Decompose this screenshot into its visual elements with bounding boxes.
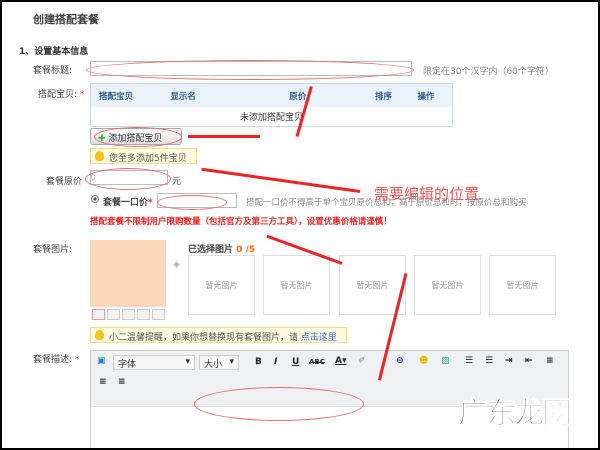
- thumb-slot[interactable]: [122, 309, 135, 320]
- items-tip-text: 您至多添加5件宝贝: [109, 154, 187, 164]
- arrow-icon: ◈: [173, 260, 180, 270]
- items-label-text: 搭配宝贝:: [38, 90, 78, 100]
- col-name: 显示名: [162, 84, 220, 107]
- thumb-slot[interactable]: [152, 309, 165, 320]
- description-label: 套餐描述: *: [33, 355, 80, 365]
- image-slot[interactable]: 暂无图片: [263, 255, 330, 315]
- title-label: 套餐标题:: [33, 66, 73, 76]
- strikethrough-icon[interactable]: ABC: [309, 358, 325, 366]
- image-icon[interactable]: ▨: [441, 356, 450, 366]
- watermark: 广东龙网: [458, 396, 573, 432]
- title-hint: 限定在30个汉字内（60个字符）: [423, 67, 554, 77]
- annotation-arrow: [201, 167, 361, 193]
- items-label: 搭配宝贝: *: [38, 87, 84, 100]
- font-select[interactable]: 字体 ▾: [113, 355, 195, 370]
- align-right-icon[interactable]: ≡: [118, 377, 126, 387]
- empty-row: 未添加搭配宝贝: [239, 113, 303, 123]
- fixed-price-label: 套餐一口价*: [103, 198, 153, 208]
- underline-icon[interactable]: U: [292, 357, 299, 367]
- thumb-slot[interactable]: [107, 309, 120, 320]
- unordered-list-icon[interactable]: ☰: [485, 356, 493, 366]
- selected-count: 0 /5: [236, 245, 256, 255]
- font-value: 字体: [118, 360, 137, 370]
- annotation-ellipse: [94, 127, 182, 147]
- images-tip-text: 小二温馨提醒，如果你想替换现有套餐图片，请: [109, 333, 299, 343]
- images-label: 套餐图片:: [33, 245, 73, 255]
- package-form-page: 创建搭配套餐 1、设置基本信息 套餐标题: 限定在30个汉字内（60个字符） 搭…: [2, 2, 598, 448]
- col-item: 搭配宝贝: [91, 84, 163, 107]
- align-left-icon[interactable]: ≡: [546, 356, 554, 366]
- image-slot[interactable]: 暂无图片: [188, 255, 255, 315]
- bulb-icon: [95, 151, 104, 161]
- selected-images-label: 已选择图片 0 /5: [188, 242, 255, 255]
- font-color-icon[interactable]: A▾: [335, 356, 346, 366]
- col-action: 操作: [409, 84, 452, 107]
- outdent-icon[interactable]: ⇤: [525, 356, 533, 366]
- images-tip: 小二温馨提醒，如果你想替换现有套餐图片，请 点击这里: [90, 327, 347, 343]
- annotation-arrow: [188, 135, 260, 138]
- thumb-slot[interactable]: [137, 309, 150, 320]
- fixed-price-label-text: 套餐一口价: [103, 198, 149, 208]
- align-center-icon[interactable]: ≡: [99, 377, 107, 387]
- page-title: 创建搭配套餐: [33, 13, 99, 26]
- source-icon[interactable]: ▣: [97, 356, 106, 366]
- limit-warning: 搭配套餐不限制用户限购数量（包括官方及第三方工具），设置优惠价格请谨慎！: [90, 217, 392, 227]
- annotation-ellipse: [194, 387, 364, 421]
- items-table: 搭配宝贝 显示名 原价 排序 操作 未添加搭配宝贝: [90, 83, 453, 127]
- section-title: 1、设置基本信息: [19, 47, 89, 57]
- bulb-icon: [95, 330, 104, 340]
- description-label-text: 套餐描述:: [33, 355, 73, 365]
- ordered-list-icon[interactable]: ☰: [465, 356, 473, 366]
- annotation-ellipse: [157, 195, 227, 210]
- price-unit: 元: [172, 177, 182, 187]
- image-slot[interactable]: 暂无图片: [489, 255, 556, 315]
- fixed-price-radio[interactable]: [91, 195, 99, 203]
- indent-icon[interactable]: ⇥: [505, 356, 513, 366]
- thumb-slot[interactable]: [92, 309, 105, 320]
- price-label: 套餐原价: [46, 177, 83, 187]
- col-price: 原价: [219, 84, 368, 107]
- annotation-ellipse: [86, 60, 414, 80]
- italic-icon[interactable]: I: [274, 357, 277, 367]
- required-mark: *: [77, 90, 85, 100]
- annotation-ellipse: [85, 168, 171, 190]
- replace-image-link[interactable]: 点击这里: [301, 333, 337, 343]
- size-select[interactable]: 大小 ▾: [199, 355, 239, 370]
- image-slot[interactable]: 暂无图片: [414, 255, 481, 315]
- eraser-icon[interactable]: ✐: [358, 356, 366, 366]
- col-order: 排序: [367, 84, 410, 107]
- annotation-text: 需要编辑的位置: [374, 185, 480, 203]
- selected-label-text: 已选择图片: [188, 245, 234, 255]
- emoticon-icon[interactable]: ☻: [419, 356, 428, 366]
- bold-icon[interactable]: B: [255, 357, 262, 367]
- size-value: 大小: [204, 360, 223, 370]
- link-icon[interactable]: ⊖: [396, 356, 404, 366]
- items-tip: 您至多添加5件宝贝: [90, 148, 197, 164]
- main-image-preview: [90, 240, 166, 307]
